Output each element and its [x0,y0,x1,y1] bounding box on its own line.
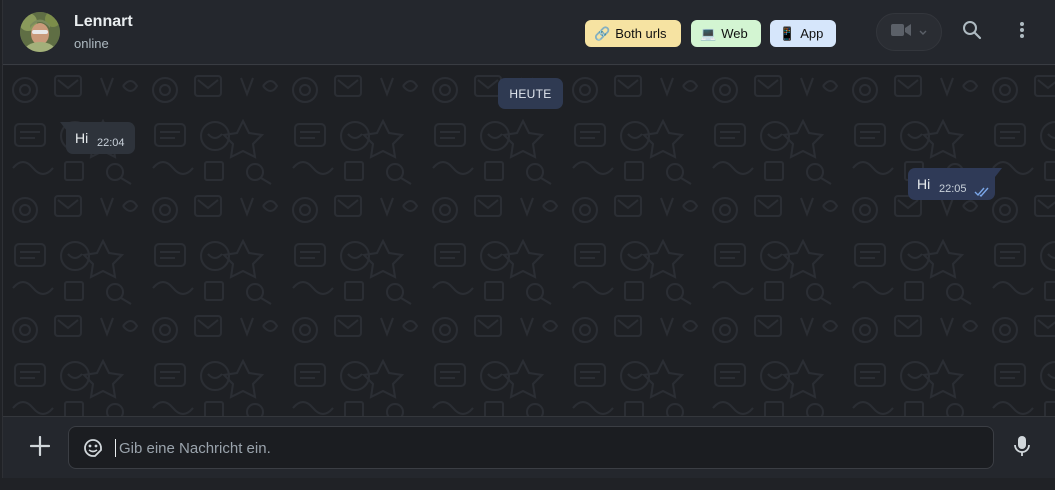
menu-button[interactable] [1010,20,1034,44]
message-time: 22:05 [939,183,967,195]
date-separator: HEUTE [498,78,563,109]
search-button[interactable] [960,20,984,44]
more-vertical-icon [1019,21,1025,44]
laptop-icon: 💻 [700,25,717,41]
sticker-icon [82,439,104,463]
link-icon: 🔗 [594,25,611,41]
chevron-down-icon [919,23,927,41]
contact-name[interactable]: Lennart [74,13,133,31]
message-input[interactable] [119,434,979,462]
phone-icon: 📱 [779,25,796,41]
both-urls-button[interactable]: 🔗 Both urls [585,20,681,47]
web-button[interactable]: 💻 Web [691,20,761,47]
both-urls-label: Both urls [615,26,667,41]
message-time: 22:04 [97,137,125,149]
text-caret [115,439,116,457]
avatar[interactable] [20,12,60,52]
search-icon [962,20,982,45]
contact-status: online [74,36,109,51]
video-call-button[interactable] [876,13,942,51]
message-list[interactable]: HEUTE Hi 22:04 Hi 22:05 [3,66,1055,416]
sticker-button[interactable] [82,437,104,459]
message-text: Hi [75,130,89,146]
doodle-wallpaper [3,66,1055,416]
chat-header: Lennart online 🔗 Both urls 💻 Web 📱 App [3,0,1055,65]
app-frame: Lennart online 🔗 Both urls 💻 Web 📱 App H… [0,0,1055,490]
microphone-icon [1014,435,1030,462]
voice-message-button[interactable] [1010,435,1034,462]
video-camera-icon [891,23,911,42]
attach-button[interactable] [28,435,52,461]
message-input-box[interactable] [68,426,994,469]
double-check-icon [974,184,990,202]
incoming-message[interactable]: Hi 22:04 [66,122,135,154]
outgoing-message[interactable]: Hi 22:05 [908,168,995,200]
app-button[interactable]: 📱 App [770,20,836,47]
message-text: Hi [917,176,931,192]
chat-panel: Lennart online 🔗 Both urls 💻 Web 📱 App H… [2,0,1055,478]
web-label: Web [721,26,748,41]
message-composer [3,416,1055,478]
outgoing-bubble-tail [995,168,1002,177]
plus-icon [29,435,51,461]
app-label: App [800,26,824,41]
